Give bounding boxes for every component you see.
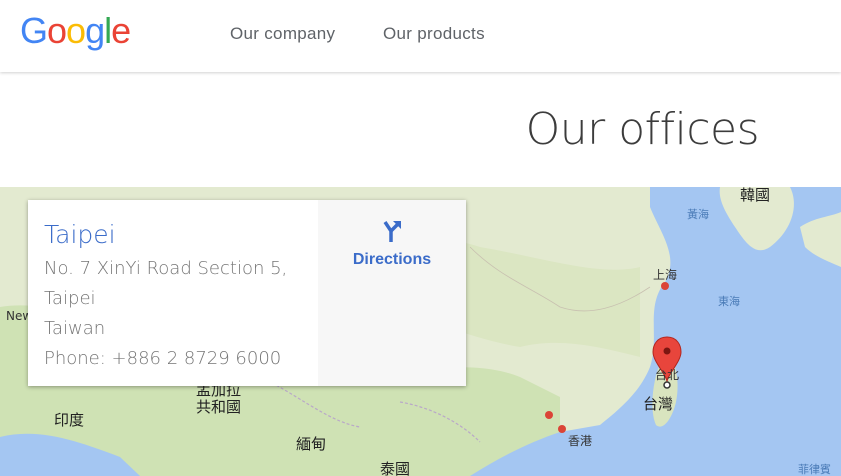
logo-letter: o: [66, 10, 86, 51]
map-label-hong-kong: 香港: [568, 434, 593, 448]
office-card: Taipei No. 7 XinYi Road Section 5, Taipe…: [28, 200, 466, 386]
map-label-bangladesh: 孟加拉 共和國: [196, 381, 242, 416]
map-label-philippines: 菲律賓: [798, 463, 831, 476]
address-line-3: Taiwan: [44, 318, 106, 339]
office-details: Taipei No. 7 XinYi Road Section 5, Taipe…: [28, 200, 318, 386]
map-label-east-sea: 東海: [718, 295, 740, 308]
office-phone: Phone: +886 2 8729 6000: [44, 348, 282, 369]
directions-button[interactable]: Directions: [318, 218, 466, 269]
page-title: Our offices: [525, 104, 760, 155]
nav-our-products[interactable]: Our products: [383, 24, 485, 44]
logo-letter: G: [20, 10, 48, 51]
office-city: Taipei: [44, 220, 116, 249]
map-label-korea: 韓國: [740, 187, 771, 204]
map-label-myanmar: 緬甸: [296, 435, 327, 453]
map-label-yellow-sea: 黃海: [687, 208, 709, 221]
directions-panel: Directions: [318, 200, 466, 386]
address-line-1: No. 7 XinYi Road Section 5,: [44, 258, 288, 279]
office-dot-1: [545, 411, 553, 419]
map-label-taiwan: 台灣: [643, 395, 674, 413]
google-logo[interactable]: Google: [20, 10, 131, 51]
map-label-india: 印度: [54, 411, 85, 429]
directions-label: Directions: [352, 251, 432, 268]
logo-letter: e: [111, 10, 131, 51]
nav-our-company[interactable]: Our company: [230, 24, 335, 44]
directions-fork-icon: [383, 221, 401, 242]
logo-letter: g: [85, 10, 105, 51]
map-label-shanghai: 上海: [653, 268, 678, 282]
logo-letter: o: [47, 10, 67, 51]
map-label-taipei: 台北: [655, 368, 680, 382]
map-label-thailand: 泰國: [380, 460, 411, 476]
site-header: Google Our company Our products: [0, 0, 841, 72]
hong-kong-dot: [558, 425, 566, 433]
shanghai-dot: [661, 282, 669, 290]
address-line-2: Taipei: [44, 288, 96, 309]
